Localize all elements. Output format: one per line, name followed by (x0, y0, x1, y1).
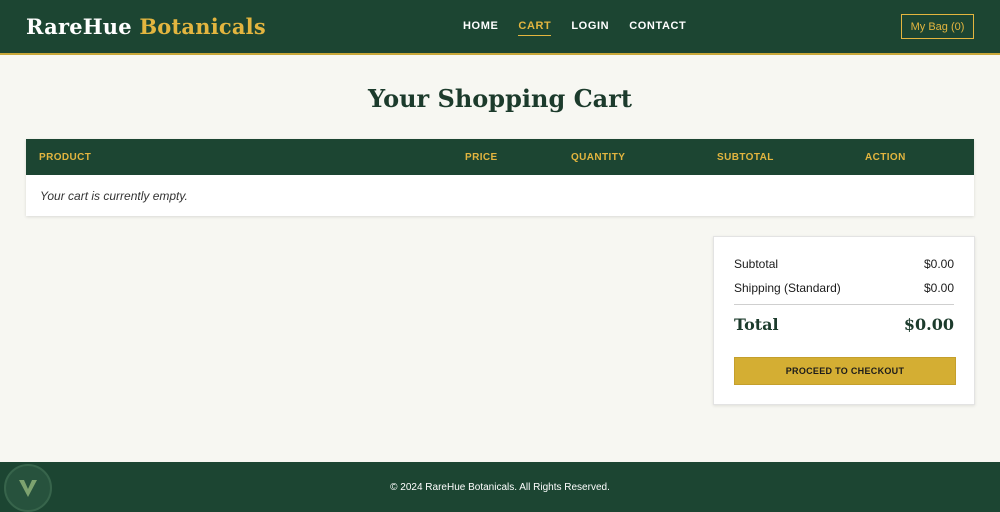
column-header-subtotal: SUBTOTAL (717, 152, 774, 163)
logo-word-2: Botanicals (139, 14, 266, 39)
subtotal-value: $0.00 (923, 257, 954, 271)
column-header-action: ACTION (865, 152, 906, 163)
nav-login[interactable]: LOGIN (571, 20, 609, 36)
subtotal-row: Subtotal $0.00 (734, 257, 954, 271)
cart-table-header: PRODUCT PRICE QUANTITY SUBTOTAL ACTION (26, 139, 974, 175)
shipping-label: Shipping (Standard) (734, 281, 841, 295)
proceed-to-checkout-button[interactable]: PROCEED TO CHECKOUT (734, 357, 956, 385)
summary-divider (734, 304, 954, 305)
order-summary: Subtotal $0.00 Shipping (Standard) $0.00… (713, 236, 975, 405)
column-header-quantity: QUANTITY (571, 152, 626, 163)
empty-cart-message: Your cart is currently empty. (40, 189, 188, 203)
nav-cart[interactable]: CART (518, 20, 552, 36)
nav-contact[interactable]: CONTACT (629, 20, 686, 36)
leaf-badge-icon[interactable] (4, 464, 52, 512)
logo-word-1: RareHue (26, 14, 132, 39)
site-header: RareHue Botanicals HOME CART LOGIN CONTA… (0, 0, 1000, 55)
total-row: Total $0.00 (734, 315, 954, 334)
site-footer: © 2024 RareHue Botanicals. All Rights Re… (0, 462, 1000, 512)
page-title: Your Shopping Cart (368, 84, 632, 113)
shipping-row: Shipping (Standard) $0.00 (734, 281, 954, 295)
main-nav: HOME CART LOGIN CONTACT (463, 20, 706, 36)
column-header-product: PRODUCT (39, 152, 92, 163)
total-label: Total (734, 315, 779, 334)
shipping-value: $0.00 (923, 281, 954, 295)
column-header-price: PRICE (465, 152, 498, 163)
my-bag-button[interactable]: My Bag (0) (901, 14, 974, 39)
leaf-icon (19, 480, 37, 497)
nav-home[interactable]: HOME (463, 20, 498, 36)
cart-table: PRODUCT PRICE QUANTITY SUBTOTAL ACTION Y… (26, 139, 974, 216)
site-logo[interactable]: RareHue Botanicals (26, 14, 266, 39)
total-value: $0.00 (903, 315, 954, 334)
footer-copyright: © 2024 RareHue Botanicals. All Rights Re… (390, 482, 610, 493)
subtotal-label: Subtotal (734, 257, 779, 271)
